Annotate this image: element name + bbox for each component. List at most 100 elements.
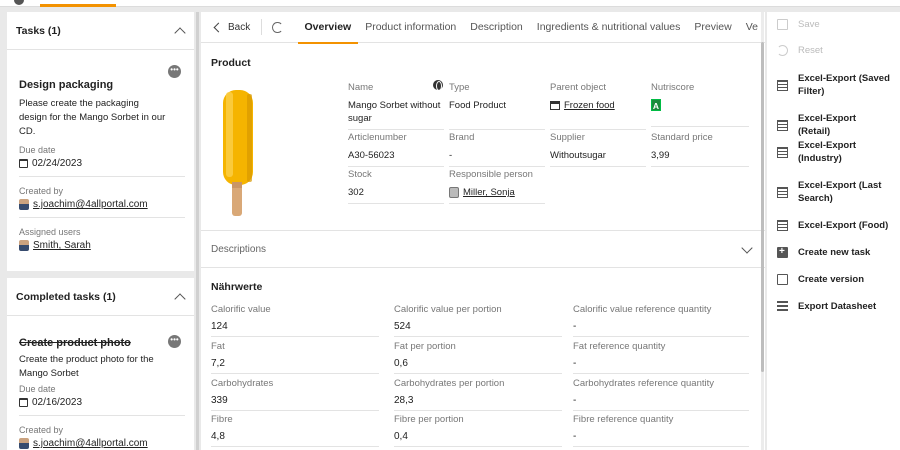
created-by-label: Created by — [19, 186, 64, 196]
nutrition-field: Calorific value reference quantity - — [573, 304, 749, 337]
due-date-value: 02/16/2023 — [32, 397, 83, 408]
standard-price-value: 3,99 — [651, 149, 749, 167]
tab-description[interactable]: Description — [463, 12, 530, 43]
chevron-up-icon[interactable] — [174, 292, 186, 305]
action-label: Create version — [798, 274, 865, 285]
action-label: Excel-Export (Food) — [798, 220, 889, 231]
standard-price-label: Standard price — [651, 132, 713, 143]
nutrition-label: Fat — [211, 341, 225, 352]
tab-product-information[interactable]: Product information — [358, 12, 463, 43]
stock-label: Stock — [348, 169, 372, 180]
save-label: Save — [798, 19, 820, 30]
action-label: Excel-Export (Retail) — [798, 113, 857, 137]
due-date-value: 02/24/2023 — [32, 158, 83, 169]
reset-icon — [777, 45, 788, 56]
parent-object-value: Frozen food — [550, 99, 646, 130]
product-section-title: Product — [211, 57, 251, 69]
created-by-link[interactable]: s.joachim@4allportal.com — [33, 438, 148, 449]
calendar-icon — [19, 398, 28, 407]
nutriscore-badge: A — [651, 99, 661, 111]
nutrition-field: Fat 7,2 — [211, 341, 379, 374]
nutriscore-value-wrap: A — [651, 99, 749, 127]
nutrition-label: Fat reference quantity — [573, 341, 666, 352]
due-date-label: Due date — [19, 145, 56, 155]
standard-price-field: Standard price 3,99 — [651, 132, 749, 167]
nutrition-label: Fat per portion — [394, 341, 456, 352]
task-item: ••• Design packaging Please create the p… — [7, 50, 194, 258]
responsible-person-field: Responsible person Miller, Sonja — [449, 169, 545, 204]
tab-overview[interactable]: Overview — [297, 12, 359, 44]
parent-object-label: Parent object — [550, 82, 606, 93]
create-version-button[interactable]: Create version — [777, 273, 864, 286]
action-label: Export Datasheet — [798, 301, 877, 312]
add-task-icon — [777, 245, 788, 258]
tasks-title: Tasks (1) — [16, 24, 61, 37]
tab-ingredients[interactable]: Ingredients & nutritional values — [530, 12, 688, 43]
scrollbar-thumb[interactable] — [761, 42, 764, 372]
tasks-header[interactable]: Tasks (1) — [7, 12, 194, 50]
responsible-person-label: Responsible person — [449, 169, 533, 180]
more-options-icon[interactable]: ••• — [168, 65, 181, 78]
nutrition-field: Fat per portion 0,6 — [394, 341, 562, 374]
chevron-down-icon[interactable] — [741, 241, 753, 254]
table-icon — [777, 79, 788, 91]
product-image[interactable] — [213, 82, 263, 217]
articlenumber-value: A30-56023 — [348, 149, 444, 167]
completed-tasks-title: Completed tasks (1) — [16, 290, 116, 303]
parent-object-link[interactable]: Frozen food — [564, 99, 615, 112]
create-new-task-button[interactable]: Create new task — [777, 245, 870, 259]
due-date-field: 02/16/2023 — [19, 397, 185, 416]
responsible-person-link[interactable]: Miller, Sonja — [463, 186, 515, 199]
nutriscore-field: Nutriscore A — [651, 82, 749, 127]
excel-export-last-search-button[interactable]: Excel-Export (Last Search) — [777, 179, 886, 205]
completed-task-item: ••• Create product photo Create the prod… — [7, 316, 194, 450]
action-label: Excel-Export (Saved Filter) — [798, 73, 890, 97]
back-button[interactable]: Back — [201, 22, 250, 33]
excel-export-retail-button[interactable]: Excel-Export (Retail) — [777, 112, 890, 138]
actions-panel: Save Reset Excel-Export (Saved Filter) E… — [767, 12, 900, 450]
nutrition-value: 339 — [211, 395, 379, 411]
table-icon — [777, 146, 788, 158]
created-by-label: Created by — [19, 425, 64, 435]
sidebar-scrollbar[interactable] — [196, 12, 199, 450]
save-button[interactable]: Save — [777, 18, 820, 31]
nutrition-label: Calorific value reference quantity — [573, 304, 712, 315]
assigned-user-link[interactable]: Smith, Sarah — [33, 240, 91, 251]
due-date-label: Due date — [19, 384, 56, 394]
descriptions-accordion[interactable]: Descriptions — [211, 241, 755, 255]
nutrition-label: Carbohydrates per portion — [394, 378, 505, 389]
more-options-icon[interactable]: ••• — [168, 335, 181, 348]
completed-task-title[interactable]: Create product photo — [19, 337, 185, 349]
divider — [201, 230, 765, 231]
reset-button[interactable]: Reset — [777, 44, 823, 57]
stock-field: Stock 302 — [348, 169, 444, 204]
excel-export-food-button[interactable]: Excel-Export (Food) — [777, 219, 890, 232]
globe-icon[interactable] — [433, 80, 443, 91]
supplier-label: Supplier — [550, 132, 585, 143]
table-icon — [777, 186, 788, 198]
nutrition-label: Fibre — [211, 414, 233, 425]
nutrition-value: 0,6 — [394, 358, 562, 374]
nutrition-field: Calorific value per portion 524 — [394, 304, 562, 337]
nutrition-value: 524 — [394, 321, 562, 337]
export-datasheet-button[interactable]: Export Datasheet — [777, 300, 876, 313]
nutrition-label: Fibre per portion — [394, 414, 464, 425]
nutrition-label: Calorific value per portion — [394, 304, 502, 315]
tasks-card: Tasks (1) ••• Design packaging Please cr… — [7, 12, 194, 271]
tab-preview[interactable]: Preview — [687, 12, 738, 43]
chevron-up-icon[interactable] — [174, 26, 186, 39]
excel-export-saved-filter-button[interactable]: Excel-Export (Saved Filter) — [777, 72, 890, 98]
completed-tasks-header[interactable]: Completed tasks (1) — [7, 278, 194, 316]
nutrition-field: Carbohydrates 339 — [211, 378, 379, 411]
descriptions-label: Descriptions — [211, 244, 267, 255]
nutriscore-label: Nutriscore — [651, 82, 695, 93]
nutrition-field: Carbohydrates per portion 28,3 — [394, 378, 562, 411]
nutrition-label: Carbohydrates reference quantity — [573, 378, 714, 389]
version-icon — [777, 274, 788, 285]
detail-scrollbar[interactable] — [761, 12, 764, 450]
refresh-icon[interactable] — [272, 21, 283, 33]
top-bar — [0, 0, 900, 7]
task-title[interactable]: Design packaging — [19, 79, 185, 91]
created-by-link[interactable]: s.joachim@4allportal.com — [33, 199, 148, 210]
excel-export-industry-button[interactable]: Excel-Export (Industry) — [777, 139, 858, 165]
